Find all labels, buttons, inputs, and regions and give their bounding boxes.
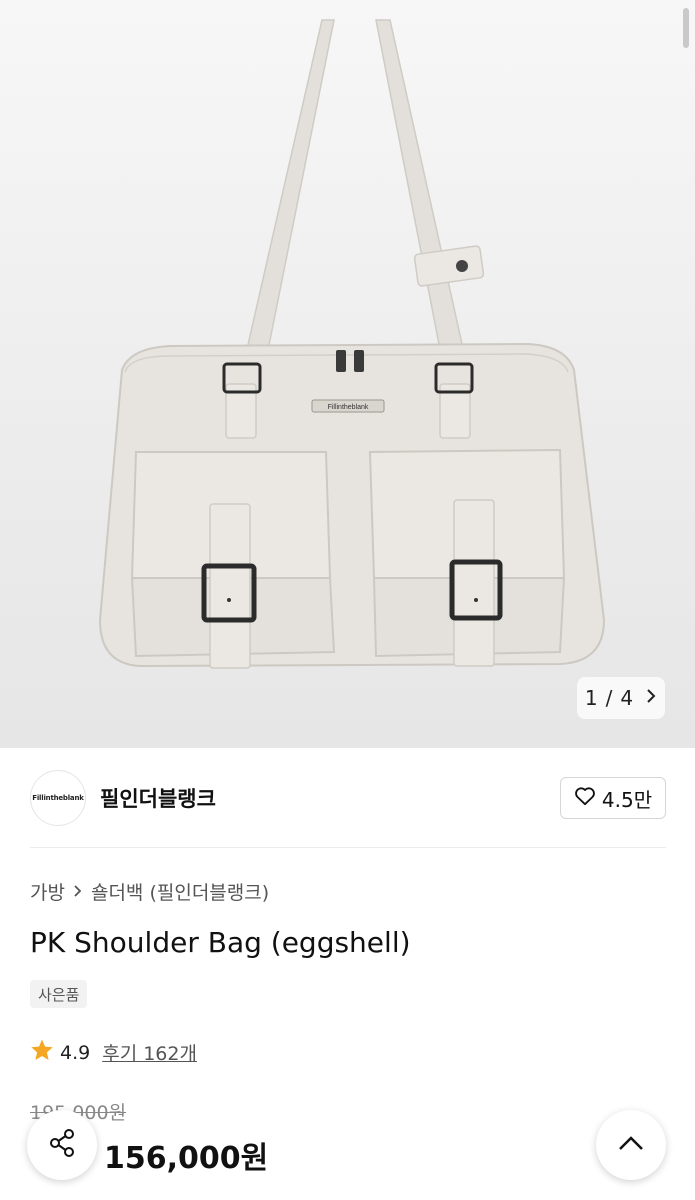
scroll-indicator[interactable]	[683, 8, 689, 48]
heart-outline-icon	[574, 786, 596, 811]
pager-separator: /	[605, 686, 613, 710]
breadcrumb-root[interactable]: 가방	[30, 878, 65, 905]
store-logo[interactable]: Fillintheblank	[30, 770, 86, 826]
chevron-right-icon	[73, 881, 83, 903]
pager-current: 1	[584, 686, 598, 710]
store-row[interactable]: Fillintheblank 필인더블랭크 4.5만	[30, 770, 666, 826]
breadcrumb-leaf[interactable]: 숄더백 (필인더블랭크)	[91, 878, 269, 905]
like-count: 4.5만	[601, 787, 653, 812]
store-logo-text: Fillintheblank	[32, 794, 84, 802]
pager-total: 4	[620, 686, 634, 710]
reviews-link[interactable]: 후기 162개	[102, 1039, 197, 1066]
store-name[interactable]: 필인더블랭크	[100, 783, 216, 813]
product-image: Fillintheblank	[98, 19, 606, 669]
product-image-gallery[interactable]: Fillintheblank 1 / 4	[0, 0, 695, 748]
share-button[interactable]	[27, 1110, 97, 1180]
bag-logo-text: Fillintheblank	[328, 404, 369, 411]
rating-score: 4.9	[60, 1041, 91, 1064]
chevron-up-icon	[618, 1135, 644, 1155]
gift-badge: 사은품	[30, 980, 88, 1008]
sale-price: 156,000원	[104, 1141, 269, 1176]
product-title: PK Shoulder Bag (eggshell)	[30, 926, 411, 959]
share-icon	[47, 1128, 77, 1162]
image-pager[interactable]: 1 / 4	[577, 677, 665, 719]
rating-row: 4.9 후기 162개	[30, 1038, 197, 1067]
breadcrumb: 가방 숄더백 (필인더블랭크)	[30, 878, 269, 905]
like-button[interactable]: 4.5만	[560, 777, 666, 819]
scroll-top-button[interactable]	[596, 1110, 666, 1180]
divider	[30, 847, 666, 848]
chevron-right-icon[interactable]	[645, 688, 657, 709]
star-icon	[30, 1038, 54, 1067]
